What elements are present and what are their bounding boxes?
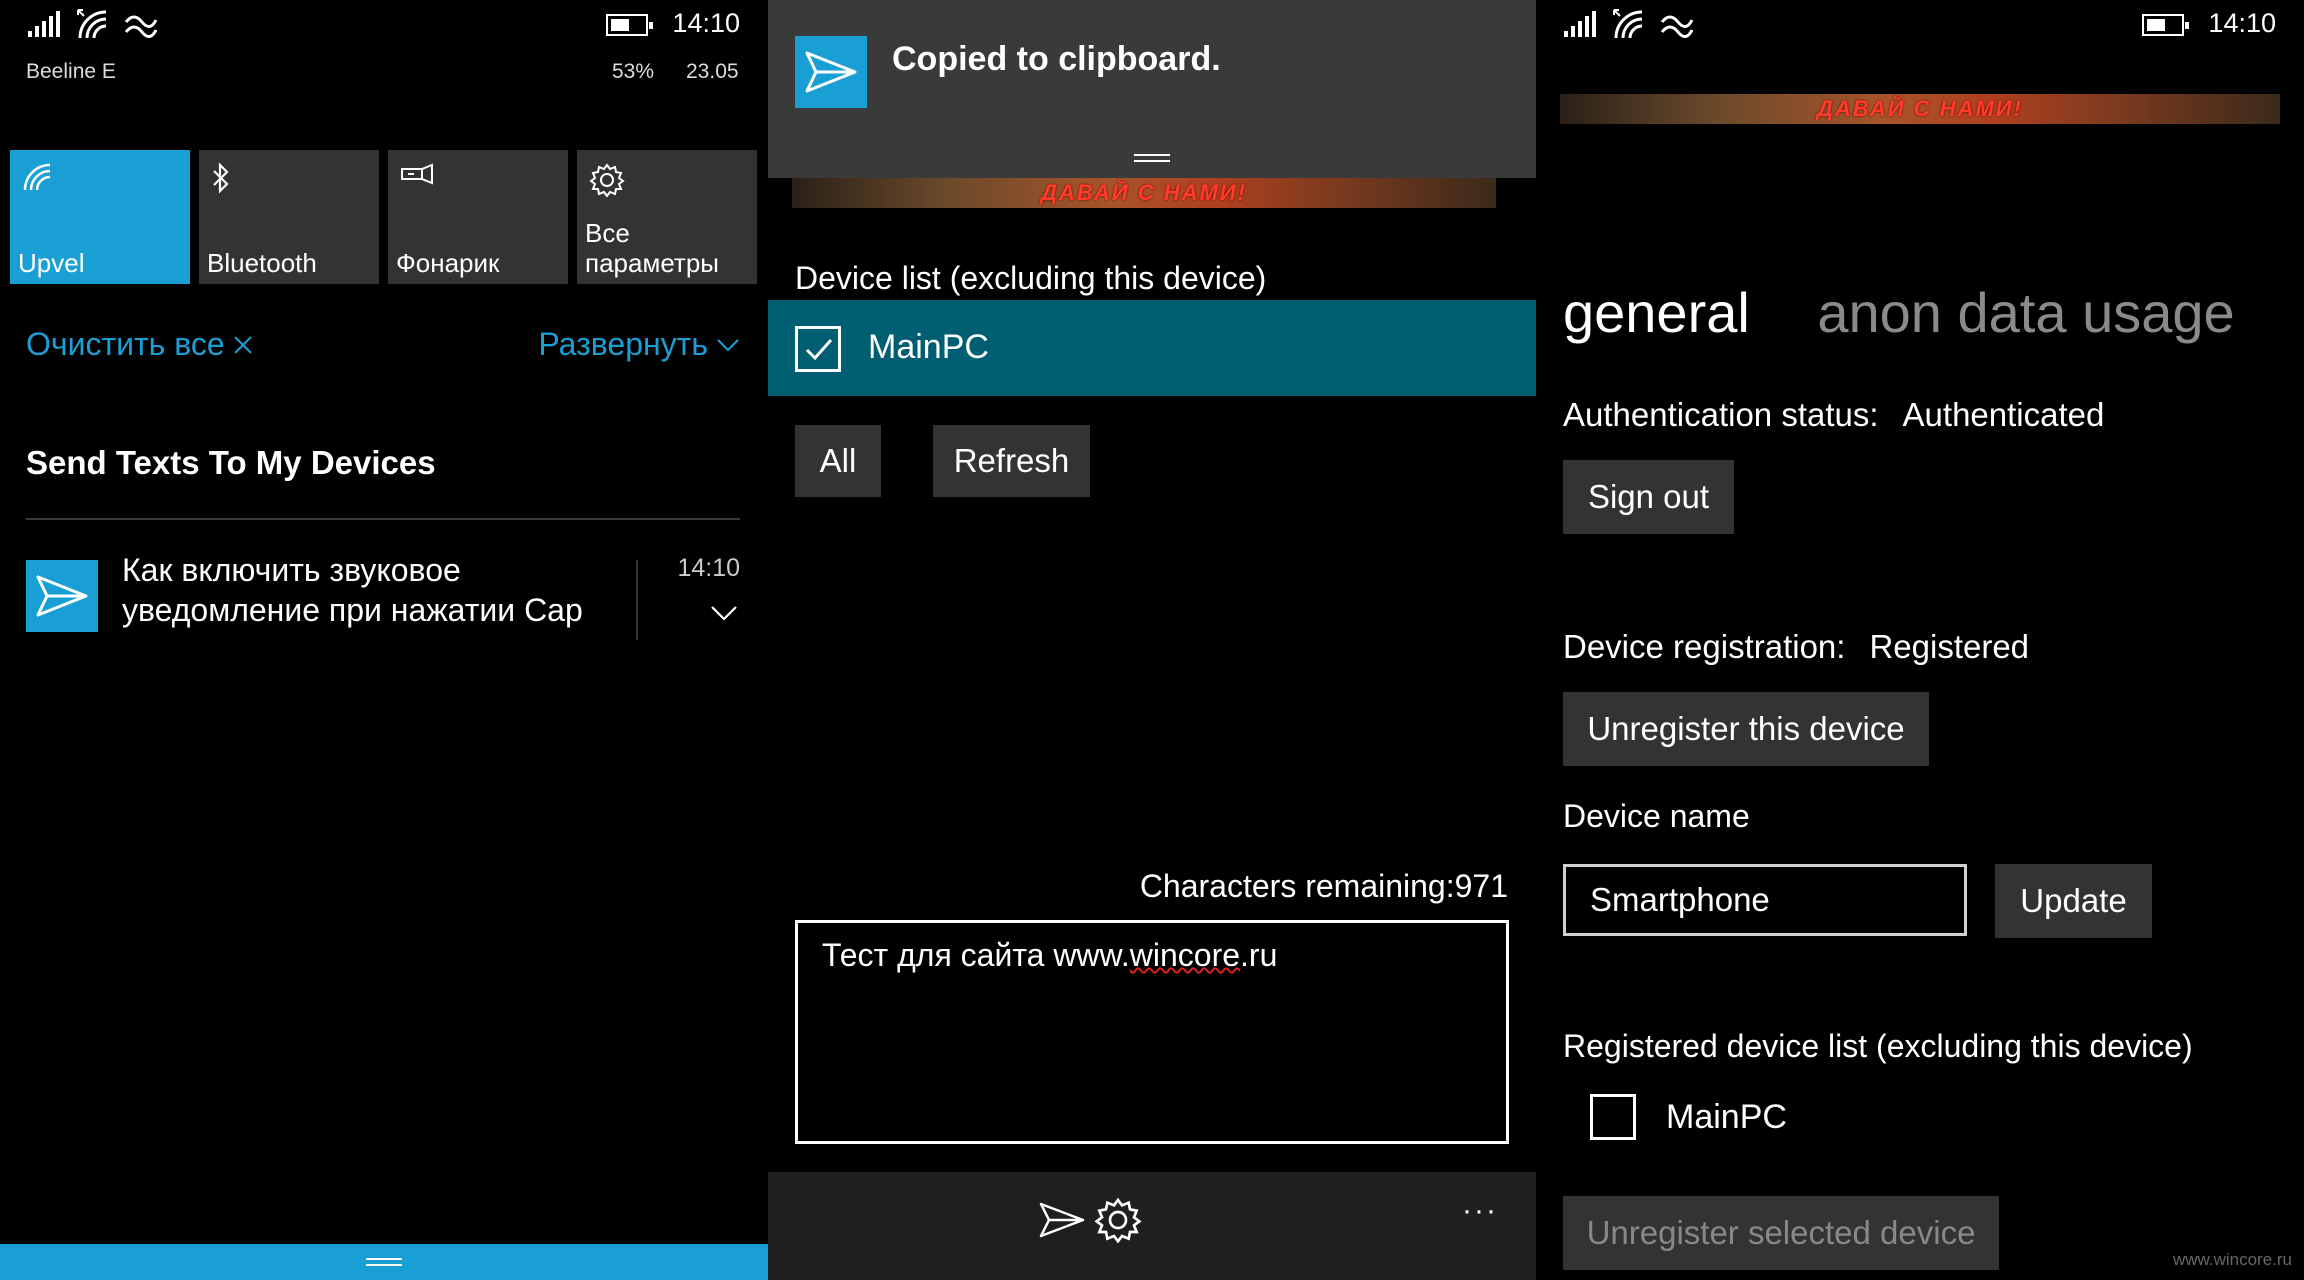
registered-device-list-label: Registered device list (excluding this d… <box>1563 1028 2193 1064</box>
tile-label: Upvel <box>18 248 85 278</box>
watermark: www.wincore.ru <box>2172 1250 2292 1269</box>
battery-percent: 53% <box>612 60 655 83</box>
grip-icon <box>366 1258 402 1266</box>
ad-text: ДАВАЙ С НАМИ! <box>1817 96 2023 121</box>
status-icons <box>26 8 158 40</box>
sign-out-button[interactable]: Sign out <box>1563 460 1734 534</box>
chevron-down-icon <box>717 338 739 351</box>
tile-label: Все параметры <box>585 218 719 278</box>
clock: 14:10 <box>2208 8 2276 38</box>
send-icon[interactable] <box>1038 1200 1086 1240</box>
action-center-collapse-handle[interactable] <box>0 1244 768 1280</box>
message-textbox[interactable]: Тест для сайта www.wincore.ru <box>795 920 1509 1144</box>
device-name-input[interactable]: Smartphone <box>1563 864 1967 936</box>
toast-message: Copied to clipboard. <box>892 40 1221 78</box>
auth-status-value: Authenticated <box>1902 396 2105 433</box>
action-center-links: Очистить все Развернуть <box>26 326 740 363</box>
clear-all-button[interactable]: Очистить все <box>26 326 253 363</box>
expand-button[interactable]: Развернуть <box>538 326 740 363</box>
device-name: MainPC <box>1666 1098 1787 1136</box>
device-registration-value: Registered <box>1869 628 2030 665</box>
tab-anon-data-usage[interactable]: anon data usage <box>1817 281 2234 344</box>
device-registration-row: Device registration: Registered <box>1563 628 2029 666</box>
grip-icon <box>1134 154 1170 162</box>
more-button[interactable]: ··· <box>1462 1194 1498 1228</box>
quick-action-all-settings[interactable]: Все параметры <box>577 150 757 284</box>
send-app-icon <box>795 36 867 108</box>
battery-icon <box>606 14 653 36</box>
auth-status-row: Authentication status: Authenticated <box>1563 396 2104 434</box>
action-center-panel: 14:10 Beeline E 53% 23.05 Upvel Bluetoot… <box>0 0 768 1280</box>
refresh-button[interactable]: Refresh <box>933 425 1090 497</box>
registered-device-item[interactable]: MainPC <box>1590 1090 1990 1150</box>
device-list-label: Device list (excluding this device) <box>795 260 1267 296</box>
update-button[interactable]: Update <box>1995 864 2152 938</box>
device-name: MainPC <box>868 328 989 366</box>
device-list-item[interactable]: MainPC <box>768 300 1536 396</box>
signal-icon <box>1564 11 1596 37</box>
flashlight-icon <box>400 162 440 191</box>
message-text-end: .ru <box>1240 937 1278 973</box>
gear-icon[interactable] <box>1094 1196 1142 1244</box>
data-sync-icon <box>124 15 158 38</box>
ad-banner[interactable]: ДАВАЙ С НАМИ! <box>1560 94 2280 124</box>
bluetooth-icon <box>211 162 231 199</box>
device-name-label: Device name <box>1563 798 1750 834</box>
pivot-header: general anon data usage abo <box>1563 280 2304 345</box>
notification-group-title: Send Texts To My Devices <box>26 444 436 481</box>
chevron-down-icon[interactable] <box>710 604 738 622</box>
date: 23.05 <box>686 60 739 83</box>
auth-status-label: Authentication status: <box>1563 396 1879 433</box>
quick-actions: Upvel Bluetooth Фонарик Все параметры <box>10 150 757 284</box>
device-checkbox[interactable] <box>795 326 841 372</box>
ad-banner[interactable]: ДАВАЙ С НАМИ! <box>792 178 1496 208</box>
notification-text: Как включить звуковое уведомление при на… <box>122 552 583 628</box>
quick-action-bluetooth[interactable]: Bluetooth <box>199 150 379 284</box>
wifi-icon <box>1613 9 1643 39</box>
data-sync-icon <box>1660 15 1694 38</box>
characters-remaining: Characters remaining:971 <box>1139 868 1508 904</box>
unregister-selected-button[interactable]: Unregister selected device <box>1563 1196 1999 1270</box>
misspelled-word: wincore <box>1129 937 1241 973</box>
all-button[interactable]: All <box>795 425 881 497</box>
expand-label: Развернуть <box>538 326 708 362</box>
settings-panel: 14:10 ДАВАЙ С НАМИ! general anon data us… <box>1536 0 2304 1280</box>
message-text: Тест для сайта www. <box>822 937 1130 973</box>
clock: 14:10 <box>672 8 740 38</box>
gear-icon <box>589 162 625 203</box>
battery-icon <box>2142 14 2189 36</box>
toast-notification[interactable]: Copied to clipboard. <box>768 0 1536 178</box>
wifi-icon <box>77 9 107 39</box>
quick-action-flashlight[interactable]: Фонарик <box>388 150 568 284</box>
divider <box>26 518 740 520</box>
unregister-device-button[interactable]: Unregister this device <box>1563 692 1929 766</box>
device-checkbox[interactable] <box>1590 1094 1636 1140</box>
notification-item[interactable]: Как включить звуковое уведомление при на… <box>26 550 740 650</box>
checkmark-icon <box>805 339 833 361</box>
send-app-icon <box>26 560 98 632</box>
divider <box>636 560 638 640</box>
status-icons <box>1562 8 1694 40</box>
notification-time: 14:10 <box>677 554 740 582</box>
quick-action-wifi[interactable]: Upvel <box>10 150 190 284</box>
carrier-name: Beeline E <box>26 60 116 83</box>
tile-label: Фонарик <box>396 248 500 278</box>
ad-text: ДАВАЙ С НАМИ! <box>1041 180 1247 205</box>
close-icon <box>233 335 252 354</box>
device-registration-label: Device registration: <box>1563 628 1846 665</box>
signal-icon <box>28 11 60 37</box>
tab-general[interactable]: general <box>1563 281 1750 344</box>
send-screen-panel: Copied to clipboard. ДАВАЙ С НАМИ! Devic… <box>768 0 1536 1280</box>
clear-all-label: Очистить все <box>26 326 225 362</box>
app-bar: ··· <box>768 1172 1536 1280</box>
wifi-icon <box>22 162 52 197</box>
tile-label: Bluetooth <box>207 248 317 278</box>
